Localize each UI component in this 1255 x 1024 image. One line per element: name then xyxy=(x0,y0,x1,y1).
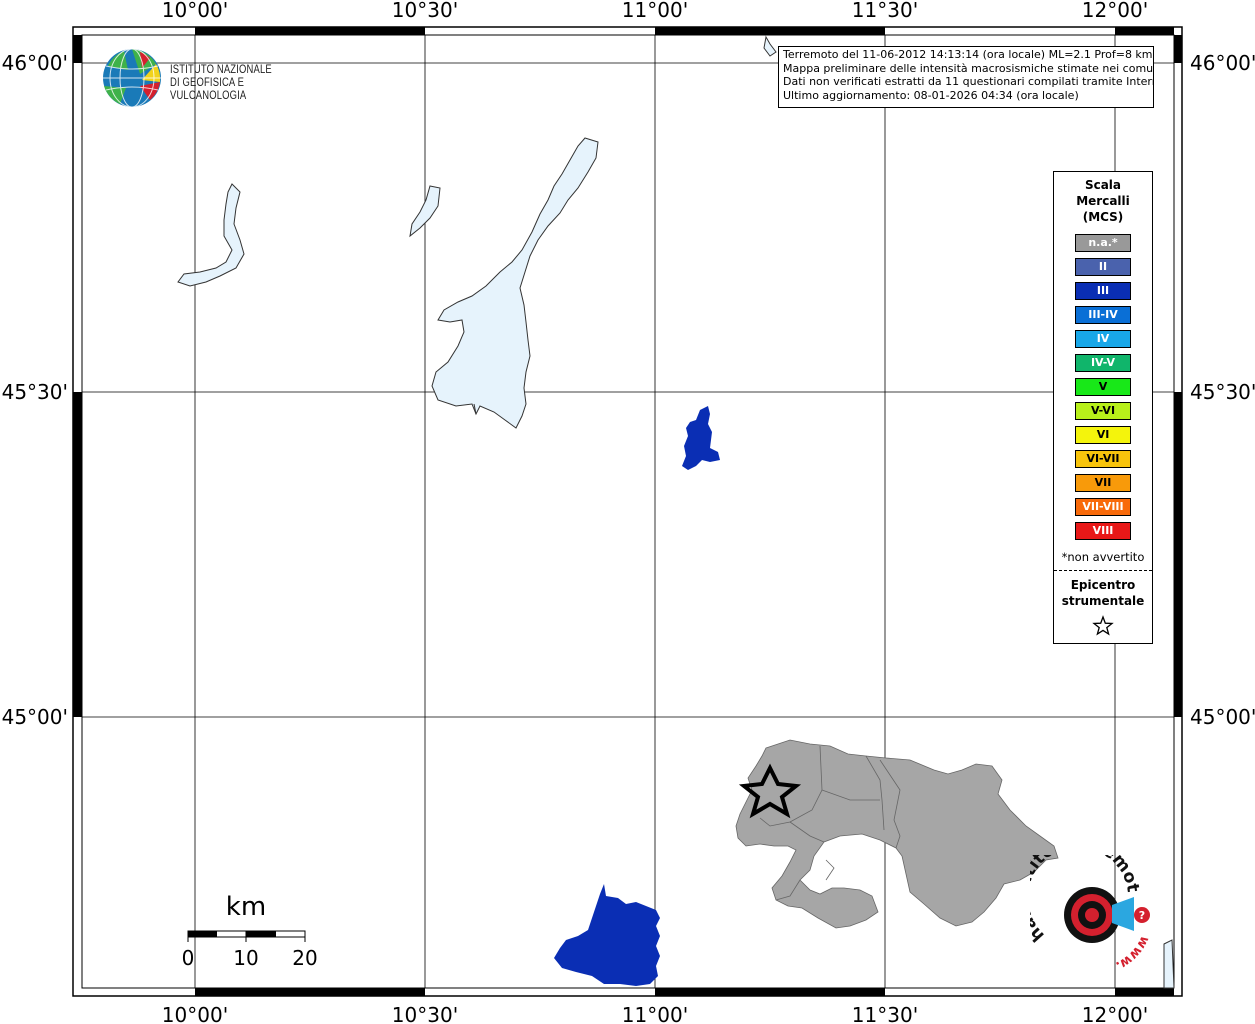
top-label-1: 10°00' xyxy=(162,0,228,22)
intensity-legend: Scala Mercalli (MCS) n.a.* II III III-IV IV I… xyxy=(1053,171,1153,644)
bottom-label-1: 10°00' xyxy=(162,1003,228,1024)
top-label-3: 11°00' xyxy=(622,0,688,22)
legend-item-n-a: n.a.* xyxy=(1075,234,1131,252)
legend-item-vii-viii: VII-VIII xyxy=(1075,498,1131,516)
top-label-2: 10°30' xyxy=(392,0,458,22)
legend-item-viii: VIII xyxy=(1075,522,1131,540)
ingv-name: ISTITUTO NAZIONALE DI GEOFISICA E VULCAN… xyxy=(170,64,272,102)
legend-item-vii: VII xyxy=(1075,474,1131,492)
bottom-axis-labels: 10°00' 10°30' 11°00' 11°30' 12°00' xyxy=(162,1003,1148,1024)
ingv-logo: ISTITUTO NAZIONALE DI GEOFISICA E VULCAN… xyxy=(100,46,320,110)
bottom-label-5: 12°00' xyxy=(1082,1003,1148,1024)
top-label-4: 11°30' xyxy=(852,0,918,22)
svg-text:www.: www. xyxy=(1113,933,1152,973)
event-info-line3: Dati non verificati estratti da 11 quest… xyxy=(783,75,1154,88)
bottom-label-2: 10°30' xyxy=(392,1003,458,1024)
event-info-box: Terremoto del 11-06-2012 14:13:14 (ora l… xyxy=(778,46,1154,108)
hsit-logo: haisentitoilterremoto.it www. ? xyxy=(1013,832,1160,980)
top-axis-labels: 10°00' 10°30' 11°00' 11°30' 12°00' xyxy=(162,0,1148,22)
legend-item-vi-vii: VI-VII xyxy=(1075,450,1131,468)
epicenter-star-icon xyxy=(1092,615,1114,636)
legend-item-vi: VI xyxy=(1075,426,1131,444)
legend-item-iv: IV xyxy=(1075,330,1131,348)
right-axis-labels: 46°00' 45°30' 45°00' xyxy=(1190,51,1255,729)
legend-item-v-vi: V-VI xyxy=(1075,402,1131,420)
scale-tick-20: 20 xyxy=(292,946,317,970)
event-info-line4: Ultimo aggiornamento: 08-01-2026 04:34 (… xyxy=(783,88,1079,102)
bottom-label-4: 11°30' xyxy=(852,1003,918,1024)
lake-small-bottom xyxy=(1163,939,1175,989)
svg-text:?: ? xyxy=(1139,909,1145,922)
bottom-label-3: 11°00' xyxy=(622,1003,688,1024)
legend-note: *non avvertito xyxy=(1061,550,1145,564)
right-label-1: 46°00' xyxy=(1190,51,1255,75)
legend-item-iv-v: IV-V xyxy=(1075,354,1131,372)
scale-title: km xyxy=(226,892,266,922)
event-info-line2: Mappa preliminare delle intensità macros… xyxy=(783,61,1154,75)
left-label-3: 45°00' xyxy=(2,705,68,729)
scale-tick-0: 0 xyxy=(182,946,195,970)
ingv-globe-icon xyxy=(103,48,161,108)
legend-epicenter-label: Epicentro strumentale xyxy=(1061,578,1145,608)
left-label-2: 45°30' xyxy=(2,380,68,404)
legend-items: n.a.* II III III-IV IV IV-V V V-VI VI VI-VII VII VI… xyxy=(1054,234,1152,540)
legend-item-ii: II xyxy=(1075,258,1131,276)
hsit-www: www. xyxy=(1113,933,1152,973)
top-label-5: 12°00' xyxy=(1082,0,1148,22)
legend-title: Scala Mercalli (MCS) xyxy=(1076,178,1130,224)
legend-item-iii: III xyxy=(1075,282,1131,300)
right-label-3: 45°00' xyxy=(1190,705,1255,729)
event-info-line1: Terremoto del 11-06-2012 14:13:14 (ora l… xyxy=(783,48,1153,61)
hsit-target-icon: ? xyxy=(1064,887,1150,943)
left-axis-labels: 46°00' 45°30' 45°00' xyxy=(2,51,68,729)
left-label-1: 46°00' xyxy=(2,51,68,75)
scale-tick-10: 10 xyxy=(233,946,258,970)
legend-item-iii-iv: III-IV xyxy=(1075,306,1131,324)
right-label-2: 45°30' xyxy=(1190,380,1255,404)
legend-separator xyxy=(1054,570,1152,571)
legend-item-v: V xyxy=(1075,378,1131,396)
